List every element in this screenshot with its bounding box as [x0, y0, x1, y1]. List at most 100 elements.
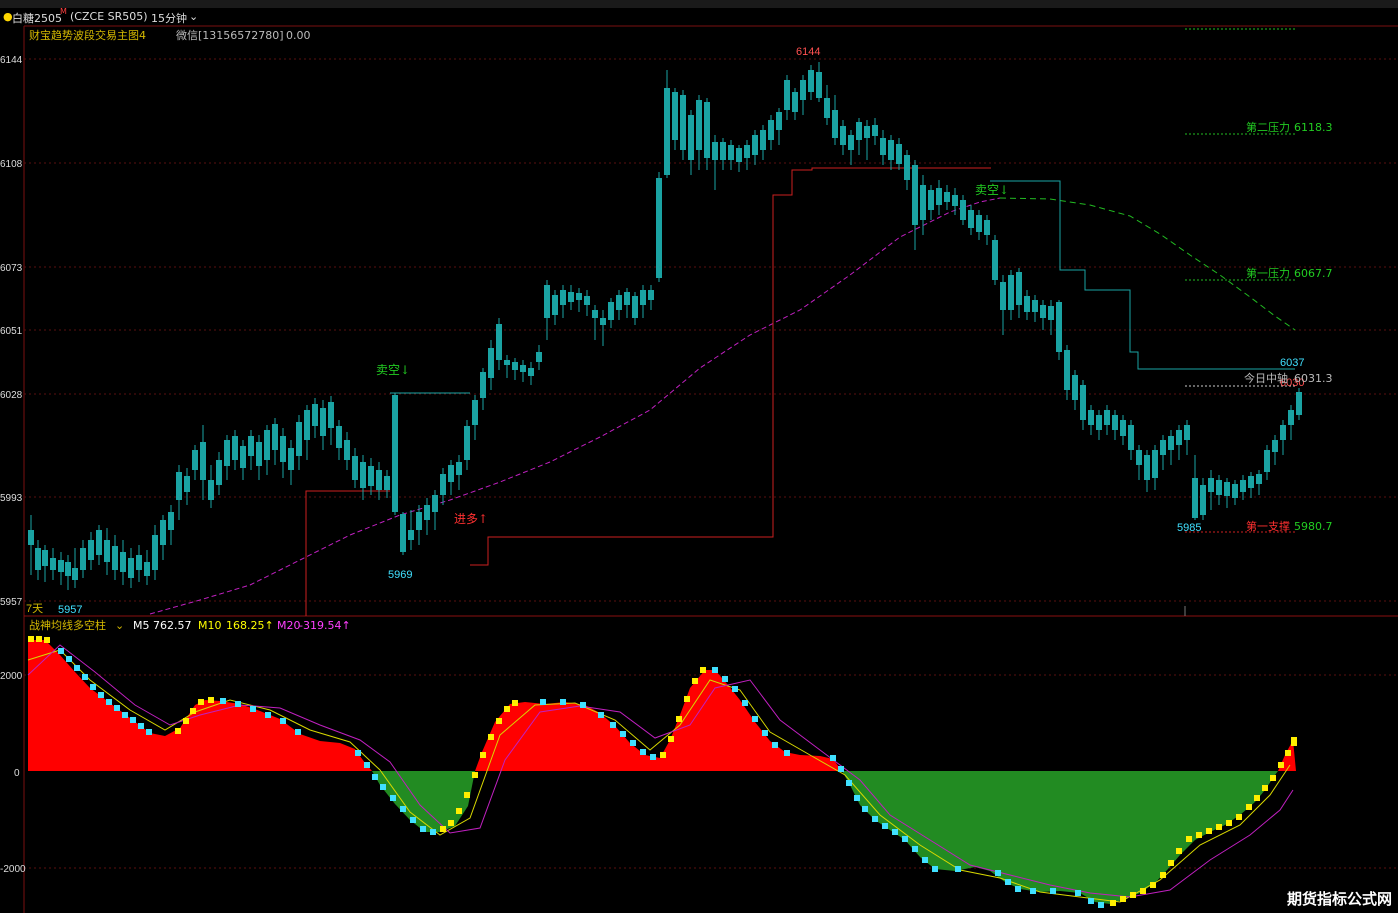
candle-body [104, 540, 110, 562]
indicator-name[interactable]: 财宝趋势波段交易主图4 [29, 28, 146, 42]
candle-body [112, 546, 118, 570]
candle-body [352, 456, 358, 480]
candle-body [1032, 300, 1038, 312]
candle-body [320, 408, 326, 436]
y-tick-label: 6108 [0, 159, 23, 170]
sell-signal: 卖空↓ [975, 183, 1009, 197]
candle-body [328, 402, 334, 428]
candle-body [856, 122, 862, 140]
candle-body [96, 530, 102, 555]
candle-body [600, 318, 606, 325]
candle-body [1136, 450, 1142, 465]
candle-body [808, 70, 814, 92]
candle-body [696, 100, 702, 150]
candle-body [536, 352, 542, 362]
signals: 卖空↓ 卖空↓ 进多↑ [376, 183, 1009, 526]
candle-body [1272, 440, 1278, 452]
candle-body [1112, 415, 1118, 430]
candle-body [1232, 484, 1238, 498]
candle-body [944, 192, 950, 202]
high-label: 6144 [796, 46, 820, 58]
candle-body [240, 446, 246, 468]
days-label: 7天 [26, 603, 43, 615]
m5-label: M5 [133, 619, 150, 632]
candle-body [936, 188, 942, 205]
candle-body [1160, 440, 1166, 455]
candle-body [840, 126, 846, 145]
res2-label: 第二压力 [1246, 120, 1290, 134]
candle-body [896, 144, 902, 164]
candle-body [1000, 282, 1006, 310]
y-tick-label: 6073 [0, 263, 23, 274]
candle-body [664, 88, 670, 175]
pivot-labels: 第二压力 6118.3 第一压力 6067.7 今日中轴 6031.3 第一支撑… [1244, 120, 1333, 533]
candle-body [168, 512, 174, 530]
candle-body [864, 126, 870, 138]
candle-body [1128, 425, 1134, 450]
candle-body [632, 296, 638, 318]
candle-body [128, 558, 134, 578]
main-grid [24, 58, 1398, 602]
candle-body [416, 512, 422, 530]
candle-body [816, 72, 822, 98]
candle-body [344, 440, 350, 460]
candle-body [58, 560, 64, 572]
candle-body [1056, 302, 1062, 352]
candle-body [776, 112, 782, 130]
candle-body [888, 140, 894, 160]
candle-body [192, 450, 198, 470]
candle-body [848, 135, 854, 150]
candle-body [480, 372, 486, 398]
mid-value: 6031.3 [1294, 372, 1333, 385]
mid-label: 今日中轴 [1244, 371, 1288, 385]
res2-value: 6118.3 [1294, 121, 1333, 134]
candle-body [824, 98, 830, 118]
sup1-label: 第一支撑 [1246, 519, 1290, 533]
candle-body [384, 476, 390, 490]
main-indicator-header: 财宝趋势波段交易主图4 微信[13156572780] 0.00 [29, 28, 311, 42]
candle-body [392, 395, 398, 512]
candle-body [960, 200, 966, 220]
candle-body [65, 562, 71, 576]
sub-indicator-header: 战神均线多空柱 ⌄ M5 762.57 M10 168.25↑ M20 -319… [29, 618, 351, 632]
candle-body [584, 296, 590, 305]
candle-body [608, 302, 614, 320]
last-high-label: 6037 [1280, 357, 1304, 369]
candle-body [1040, 305, 1046, 318]
candle-body [1192, 478, 1198, 518]
candle-body [872, 125, 878, 136]
candle-body [216, 460, 222, 485]
candle-body [504, 360, 510, 365]
candle-body [1016, 272, 1022, 305]
candle-body [448, 465, 454, 482]
candle-body [712, 142, 718, 160]
candle-body [360, 462, 366, 488]
sub-indicator-name[interactable]: 战神均线多空柱 [29, 618, 106, 632]
sub-y-axis: 2000 0 -2000 [0, 671, 26, 875]
candle-body [728, 145, 734, 160]
candle-body [672, 92, 678, 140]
candle-body [1200, 485, 1206, 515]
candle-body [160, 520, 166, 545]
y-tick-label: 2000 [0, 671, 23, 682]
candle-body [176, 472, 182, 500]
res1-label: 第一压力 [1246, 266, 1290, 280]
candle-body [704, 102, 710, 158]
candle-body [544, 285, 550, 318]
buy-signal: 进多↑ [454, 512, 488, 526]
m5-value: 762.57 [153, 619, 192, 632]
candle-body [1096, 415, 1102, 430]
candle-body [152, 535, 158, 570]
candle-body [992, 240, 998, 280]
candle-body [1088, 410, 1094, 425]
candle-body [1240, 480, 1246, 492]
candle-body [88, 540, 94, 560]
y-tick-label: -2000 [0, 864, 26, 875]
candle-body [1024, 296, 1030, 312]
candle-body [1008, 275, 1014, 310]
candle-body [1176, 430, 1182, 445]
chevron-down-icon[interactable]: ⌄ [115, 619, 124, 632]
y-tick-label: 5957 [0, 597, 23, 608]
candle-body [1184, 425, 1190, 440]
candle-body [368, 466, 374, 486]
